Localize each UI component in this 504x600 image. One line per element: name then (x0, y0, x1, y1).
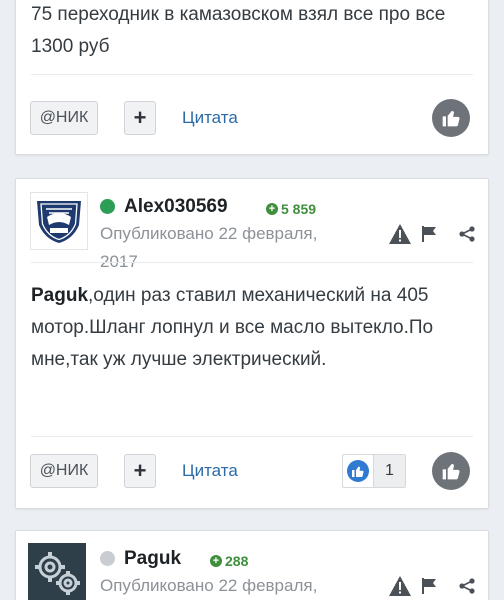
flag-icon[interactable] (420, 577, 438, 595)
reaction-like-icon-wrap (343, 455, 373, 487)
warning-icon[interactable] (388, 575, 412, 597)
plus-icon: + (133, 105, 147, 130)
warning-icon[interactable] (388, 223, 412, 245)
mention-link[interactable]: Paguk (31, 285, 88, 306)
reputation-badge: + 5 859 (266, 201, 316, 217)
divider (31, 74, 473, 75)
post-date: Опубликовано 22 февраля, 2017 (100, 224, 318, 271)
post-card: 75 переходник в камазовском взял все про… (15, 0, 489, 155)
thumbs-up-icon (442, 463, 460, 480)
thumbs-up-icon (347, 460, 369, 482)
mention-nick-label: @НИК (39, 109, 89, 126)
offline-status-dot (100, 551, 115, 566)
post-date: Опубликовано 22 февраля, (100, 576, 318, 595)
share-icon[interactable] (458, 577, 476, 595)
author-name[interactable]: Alex030569 (124, 196, 228, 218)
quote-link[interactable]: Цитата (182, 461, 238, 481)
mention-nick-label: @НИК (39, 462, 89, 479)
avatar[interactable] (28, 543, 86, 600)
post-tools (388, 575, 476, 597)
online-status-dot (100, 199, 115, 214)
divider (31, 436, 473, 437)
post-text: ,один раз ставил механический на 405 мот… (31, 285, 434, 370)
gaz-logo (37, 201, 81, 243)
avatar[interactable] (30, 192, 88, 250)
like-button[interactable] (432, 99, 470, 137)
reputation-count: 288 (225, 553, 249, 569)
gears-icon (28, 543, 86, 600)
reaction-summary[interactable]: 1 (342, 454, 406, 488)
plus-circle-icon: + (266, 203, 278, 215)
post-card: Alex030569 + 5 859 Опубликовано 22 февра… (15, 178, 489, 509)
post-tools (388, 223, 476, 245)
mention-nick-button[interactable]: @НИК (30, 101, 98, 135)
author-name[interactable]: Paguk (124, 548, 181, 570)
reputation-badge: + 288 (210, 553, 248, 569)
divider (31, 262, 473, 263)
mention-nick-button[interactable]: @НИК (30, 454, 98, 488)
flag-icon[interactable] (420, 225, 438, 243)
post-body: Paguk,один раз ставил механический на 40… (31, 280, 481, 376)
share-icon[interactable] (458, 225, 476, 243)
plus-circle-icon: + (210, 555, 222, 567)
multiquote-button[interactable]: + (124, 454, 156, 488)
post-card: Paguk + 288 Опубликовано 22 февраля, (15, 530, 489, 600)
reaction-count: 1 (373, 455, 405, 487)
quote-link[interactable]: Цитата (182, 108, 238, 128)
post-body: 75 переходник в камазовском взял все про… (31, 4, 446, 57)
like-button[interactable] (432, 452, 470, 490)
thumbs-up-icon (442, 110, 460, 127)
plus-icon: + (133, 458, 147, 483)
multiquote-button[interactable]: + (124, 101, 156, 135)
reputation-count: 5 859 (281, 201, 317, 217)
